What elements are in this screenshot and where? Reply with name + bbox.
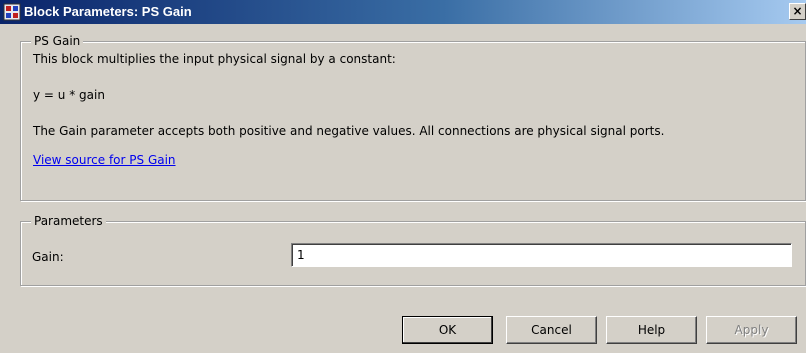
- close-button[interactable]: ×: [789, 3, 806, 20]
- title-bar[interactable]: Block Parameters: PS Gain ×: [0, 0, 806, 24]
- view-source-link[interactable]: View source for PS Gain: [33, 153, 176, 167]
- gain-input[interactable]: [291, 243, 792, 267]
- description-legend: PS Gain: [31, 34, 84, 48]
- gain-label: Gain:: [32, 250, 64, 264]
- window-title: Block Parameters: PS Gain: [24, 4, 192, 19]
- ok-button[interactable]: OK: [402, 316, 493, 344]
- simulink-block-icon: [3, 3, 21, 21]
- description-text: This block multiplies the input physical…: [33, 52, 396, 66]
- equation-text: y = u * gain: [33, 88, 105, 102]
- description-note: The Gain parameter accepts both positive…: [33, 124, 665, 138]
- description-group: PS Gain This block multiplies the input …: [20, 34, 806, 201]
- help-button[interactable]: Help: [606, 316, 697, 344]
- cancel-button[interactable]: Cancel: [506, 316, 597, 344]
- close-icon: ×: [792, 4, 803, 18]
- parameters-legend: Parameters: [31, 214, 106, 228]
- apply-button[interactable]: Apply: [706, 316, 797, 344]
